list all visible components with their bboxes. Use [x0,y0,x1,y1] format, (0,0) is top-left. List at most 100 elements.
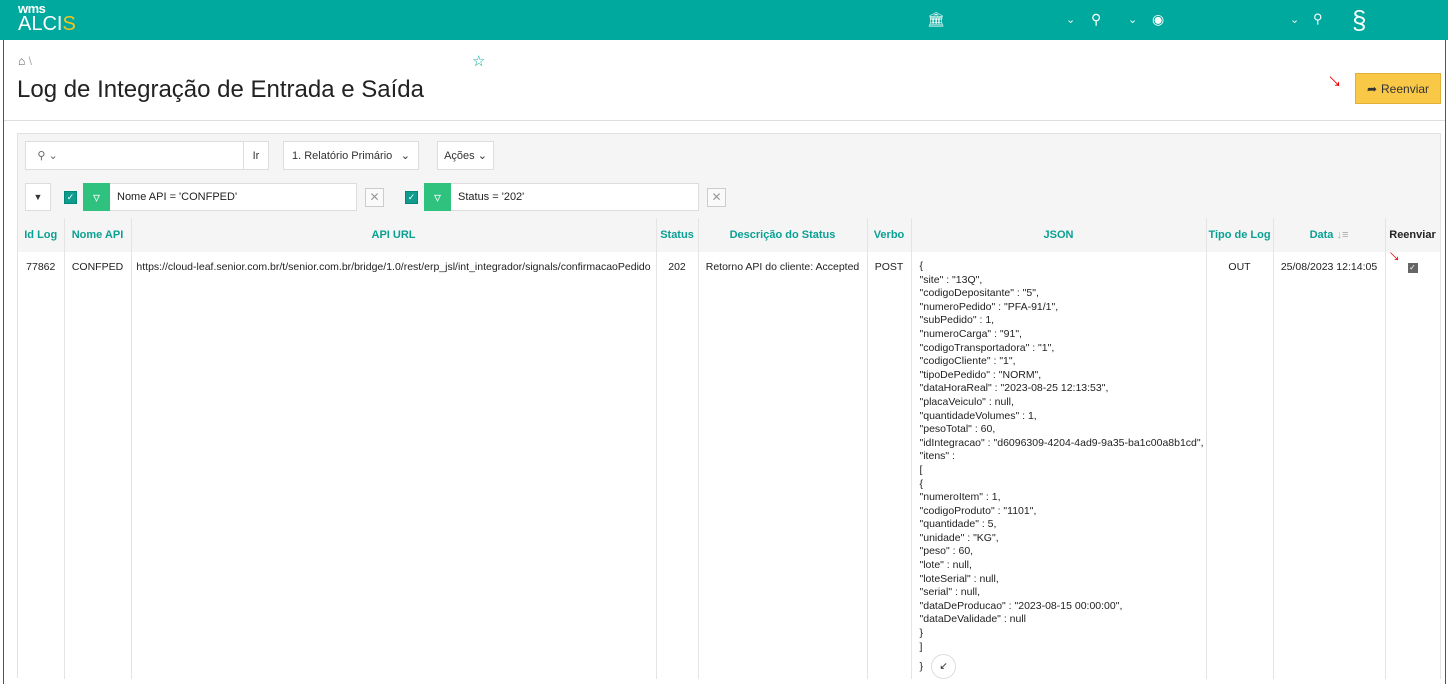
wms-alcis-logo[interactable]: wms ALCIS [18,2,76,34]
json-line-text: "idIntegracao" : "d6096309-4204-4ad9-9a3… [919,436,1204,449]
filter-label[interactable]: Status = '202' [451,183,699,211]
cell-descricao: Retorno API do cliente: Accepted [698,252,868,680]
json-line: "tipoDePedido" : "NORM", [920,369,1206,383]
json-line-text: "serial" : null, [919,586,981,599]
search-column-selector[interactable]: ⚲ ⌄ [25,141,70,170]
json-line-text: "numeroItem" : 1, [919,491,1001,504]
cell-api-url: https://cloud-leaf.senior.com.br/t/senio… [131,252,657,680]
forward-icon: ➦ [1366,81,1378,96]
json-line-text: "numeroPedido" : "PFA-91/1", [919,300,1059,313]
chevron-down-icon[interactable]: ⌄ [1066,13,1075,26]
json-line: "loteSerial" : null, [920,573,1206,587]
filter-icon[interactable]: ▿ [83,183,110,211]
json-line-text: "subPedido" : 1, [919,314,995,327]
actions-label: Ações [444,149,475,162]
json-line: "numeroPedido" : "PFA-91/1", [920,301,1206,315]
breadcrumb: ⌂ \ [18,54,32,68]
json-line: [ [920,464,1206,478]
json-line: "idIntegracao" : "d6096309-4204-4ad9-9a3… [920,437,1206,451]
report-select[interactable]: 1. Relatório Primário ⌄ [283,141,419,170]
user-icon[interactable]: ◉ [1152,11,1164,28]
search-input[interactable] [69,141,244,170]
report-select-value: 1. Relatório Primário [292,149,393,162]
json-line: "codigoDepositante" : "5", [920,287,1206,301]
json-line: "unidade" : "KG", [920,532,1206,546]
search-icon[interactable]: ⚲ [1313,11,1323,27]
logo-accent-text: S [62,13,76,35]
cell-nome-api: CONFPED [64,252,132,680]
sort-descending-icon: ↓≡ [1336,229,1349,241]
json-line: "numeroCarga" : "91", [920,328,1206,342]
json-line-text: "site" : "13Q", [919,273,983,286]
json-line-text: "placaVeiculo" : null, [919,395,1014,408]
json-line: "serial" : null, [920,586,1206,600]
json-line: "quantidadeVolumes" : 1, [920,410,1206,424]
json-line: "codigoProduto" : "1101", [920,505,1206,519]
json-line: "peso" : 60, [920,545,1206,559]
cell-reenviar: ✓ [1385,252,1441,680]
json-line-text: "quantidade" : 5, [919,518,997,531]
actions-menu-button[interactable]: Ações ⌄ [437,141,494,170]
breadcrumb-separator: \ [28,54,32,68]
chevron-down-icon: ⌄ [477,150,487,162]
json-line-text: "codigoCliente" : "1", [919,355,1016,368]
column-header-id-log[interactable]: Id Log [18,218,65,252]
column-header-nome-api[interactable]: Nome API [64,218,132,252]
json-line: "quantidade" : 5, [920,518,1206,532]
json-line-text: "tipoDePedido" : "NORM", [919,368,1042,381]
remove-filter-button[interactable]: ✕ [365,187,384,207]
go-button[interactable]: Ir [243,141,269,170]
filter-enabled-checkbox[interactable]: ✓ [405,190,418,204]
remove-filter-button[interactable]: ✕ [707,187,726,207]
collapse-icon[interactable]: ↙ [931,654,957,680]
column-header-api-url[interactable]: API URL [131,218,657,252]
json-line-text: "codigoDepositante" : "5", [919,287,1039,300]
filter-item: ✓ ▿ Status = '202' ✕ [405,183,726,211]
json-line: "dataDeProducao" : "2023-08-15 00:00:00"… [920,600,1206,614]
page-title: Log de Integração de Entrada e Saída [17,76,424,103]
cell-data: 25/08/2023 12:14:05 [1273,252,1386,680]
warehouse-icon[interactable]: 🏛 [927,11,945,28]
favorite-star-icon[interactable]: ☆ [472,52,485,70]
column-header-data[interactable]: Data ↓≡ [1273,218,1386,252]
json-line: "dataDeValidade" : null [920,613,1206,627]
column-header-verbo[interactable]: Verbo [867,218,912,252]
json-line: "itens" : [920,450,1206,464]
location-icon[interactable]: ⚲ [1091,11,1101,28]
json-line: "pesoTotal" : 60, [920,423,1206,437]
cell-status: 202 [656,252,699,680]
chevron-down-icon[interactable]: ⌄ [1290,13,1299,26]
home-icon[interactable]: ⌂ [18,54,25,68]
json-line-text: "loteSerial" : null, [919,572,999,585]
json-line-text: "numeroCarga" : "91", [919,327,1022,340]
column-header-tipo-log[interactable]: Tipo de Log [1206,218,1274,252]
json-line-text: "dataDeValidade" : null [919,613,1027,626]
json-line: "numeroItem" : 1, [920,491,1206,505]
column-header-descricao[interactable]: Descrição do Status [698,218,868,252]
column-header-json[interactable]: JSON [911,218,1207,252]
reenviar-checkbox[interactable]: ✓ [1407,263,1418,273]
reenviar-button[interactable]: ➦ Reenviar [1355,73,1441,104]
chevron-down-icon[interactable]: ⌄ [1128,13,1137,26]
column-header-status[interactable]: Status [656,218,699,252]
toggle-filters-button[interactable]: ▼ [25,183,51,211]
filter-enabled-checkbox[interactable]: ✓ [64,190,77,204]
json-line-text: { [919,260,924,272]
table-header-row: Id Log Nome API API URL Status Descrição… [18,218,1441,252]
json-line: "codigoCliente" : "1", [920,355,1206,369]
table-row: 77862 CONFPED https://cloud-leaf.senior.… [18,252,1441,680]
column-header-data-label: Data [1309,229,1334,241]
json-line: } ↙ [920,654,1206,680]
cell-id-log: 77862 [18,252,65,680]
filter-label[interactable]: Nome API = 'CONFPED' [110,183,357,211]
filter-icon[interactable]: ▿ [424,183,451,211]
json-line-text: } [919,627,924,640]
search-icon: ⚲ ⌄ [37,150,58,162]
cell-verbo: POST [867,252,912,680]
json-line: "site" : "13Q", [920,274,1206,288]
logo-main-text: ALCI [18,13,63,35]
json-line-text: "dataHoraReal" : "2023-08-25 12:13:53", [919,382,1109,395]
json-line-text: [ [919,463,923,476]
json-line: "dataHoraReal" : "2023-08-25 12:13:53", [920,382,1206,396]
json-line-text: "unidade" : "KG", [919,531,999,544]
